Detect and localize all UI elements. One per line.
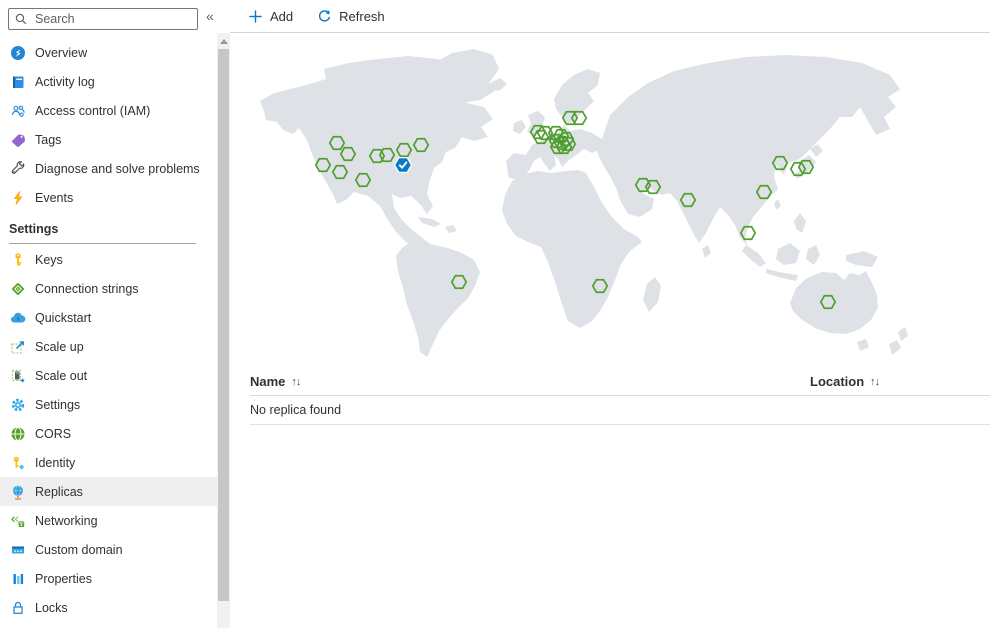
refresh-button[interactable]: Refresh <box>317 9 385 24</box>
sidebar-item-label: Activity log <box>35 75 95 89</box>
identity-icon <box>10 455 26 471</box>
sidebar-item-label: Events <box>35 191 73 205</box>
sidebar: « Overview Activity log Access control (IA… <box>0 0 230 628</box>
empty-message: No replica found <box>250 403 341 417</box>
sidebar-item-label: Scale up <box>35 340 84 354</box>
sidebar-item-label: Tags <box>35 133 61 147</box>
sidebar-item-label: Custom domain <box>35 543 123 557</box>
refresh-button-label: Refresh <box>339 9 385 24</box>
replicas-table: Name ↑↓ Location ↑↓ No replica found <box>250 368 990 425</box>
networking-icon <box>10 513 26 529</box>
sidebar-item-tags[interactable]: Tags <box>0 125 217 154</box>
sidebar-item-label: Connection strings <box>35 282 139 296</box>
add-button[interactable]: Add <box>248 9 293 24</box>
current-location-marker[interactable] <box>395 158 412 173</box>
sidebar-item-keys[interactable]: Keys <box>0 245 217 274</box>
sidebar-item-properties[interactable]: Properties <box>0 564 217 593</box>
sidebar-item-locks[interactable]: Locks <box>0 593 217 622</box>
keys-icon <box>10 252 26 268</box>
column-header-name[interactable]: Name ↑↓ <box>250 374 810 389</box>
sidebar-item-label: Settings <box>35 398 80 412</box>
sidebar-item-quickstart[interactable]: Quickstart <box>0 303 217 332</box>
sidebar-group-header-settings: Settings <box>0 212 217 245</box>
replica-world-map <box>250 45 990 365</box>
sidebar-item-label: Quickstart <box>35 311 91 325</box>
sidebar-item-connection-strings[interactable]: Connection strings <box>0 274 217 303</box>
add-button-label: Add <box>270 9 293 24</box>
sidebar-item-identity[interactable]: Identity <box>0 448 217 477</box>
sidebar-item-label: Locks <box>35 601 68 615</box>
sidebar-item-label: Identity <box>35 456 75 470</box>
sidebar-item-events[interactable]: Events <box>0 183 217 212</box>
sidebar-item-label: Scale out <box>35 369 87 383</box>
overview-icon <box>10 45 26 61</box>
sidebar-item-label: Replicas <box>35 485 83 499</box>
sidebar-scrollbar[interactable] <box>217 33 230 628</box>
sidebar-item-label: Diagnose and solve problems <box>35 162 200 176</box>
sidebar-item-label: Networking <box>35 514 98 528</box>
cors-icon <box>10 426 26 442</box>
group-divider <box>9 243 196 244</box>
sidebar-item-scale-out[interactable]: Scale out <box>0 361 217 390</box>
custom-domain-icon <box>10 542 26 558</box>
sidebar-item-label: Overview <box>35 46 87 60</box>
sidebar-item-overview[interactable]: Overview <box>0 38 217 67</box>
replicas-icon <box>10 484 26 500</box>
scale-out-icon <box>10 368 26 384</box>
scroll-up-arrow-icon[interactable] <box>220 39 228 44</box>
sort-icon: ↑↓ <box>870 376 879 388</box>
group-header-label: Settings <box>9 222 58 236</box>
sidebar-menu: Overview Activity log Access control (IAM)… <box>0 38 217 622</box>
activity-log-icon <box>10 74 26 90</box>
refresh-icon <box>317 9 332 24</box>
tags-icon <box>10 132 26 148</box>
empty-table-row: No replica found <box>250 396 990 425</box>
sidebar-item-label: Access control (IAM) <box>35 104 150 118</box>
scrollbar-thumb[interactable] <box>218 49 229 601</box>
add-icon <box>248 9 263 24</box>
column-header-location[interactable]: Location ↑↓ <box>810 374 879 389</box>
sidebar-item-activity-log[interactable]: Activity log <box>0 67 217 96</box>
command-bar: Add Refresh <box>230 0 990 33</box>
scale-up-icon <box>10 339 26 355</box>
locks-icon <box>10 600 26 616</box>
search-input[interactable] <box>33 11 192 27</box>
access-control-icon <box>10 103 26 119</box>
sidebar-item-cors[interactable]: CORS <box>0 419 217 448</box>
sidebar-item-scale-up[interactable]: Scale up <box>0 332 217 361</box>
properties-icon <box>10 571 26 587</box>
location-column-label: Location <box>810 374 864 389</box>
table-header-row: Name ↑↓ Location ↑↓ <box>250 368 990 396</box>
sort-icon: ↑↓ <box>291 376 300 388</box>
sidebar-item-access-control-iam[interactable]: Access control (IAM) <box>0 96 217 125</box>
connection-strings-icon <box>10 281 26 297</box>
sidebar-item-custom-domain[interactable]: Custom domain <box>0 535 217 564</box>
sidebar-item-label: Keys <box>35 253 63 267</box>
world-map <box>250 45 990 365</box>
search-icon <box>14 12 28 26</box>
sidebar-item-networking[interactable]: Networking <box>0 506 217 535</box>
sidebar-item-label: Properties <box>35 572 92 586</box>
sidebar-item-diagnose-and-solve-problems[interactable]: Diagnose and solve problems <box>0 154 217 183</box>
sidebar-item-replicas[interactable]: Replicas <box>0 477 217 506</box>
collapse-sidebar-button[interactable]: « <box>206 7 214 25</box>
name-column-label: Name <box>250 374 285 389</box>
sidebar-item-label: CORS <box>35 427 71 441</box>
search-box[interactable] <box>8 8 198 30</box>
sidebar-item-settings[interactable]: Settings <box>0 390 217 419</box>
events-icon <box>10 190 26 206</box>
diagnose-icon <box>10 161 26 177</box>
settings-gear-icon <box>10 397 26 413</box>
main-content: Add Refresh <box>230 0 990 628</box>
quickstart-icon <box>10 310 26 326</box>
